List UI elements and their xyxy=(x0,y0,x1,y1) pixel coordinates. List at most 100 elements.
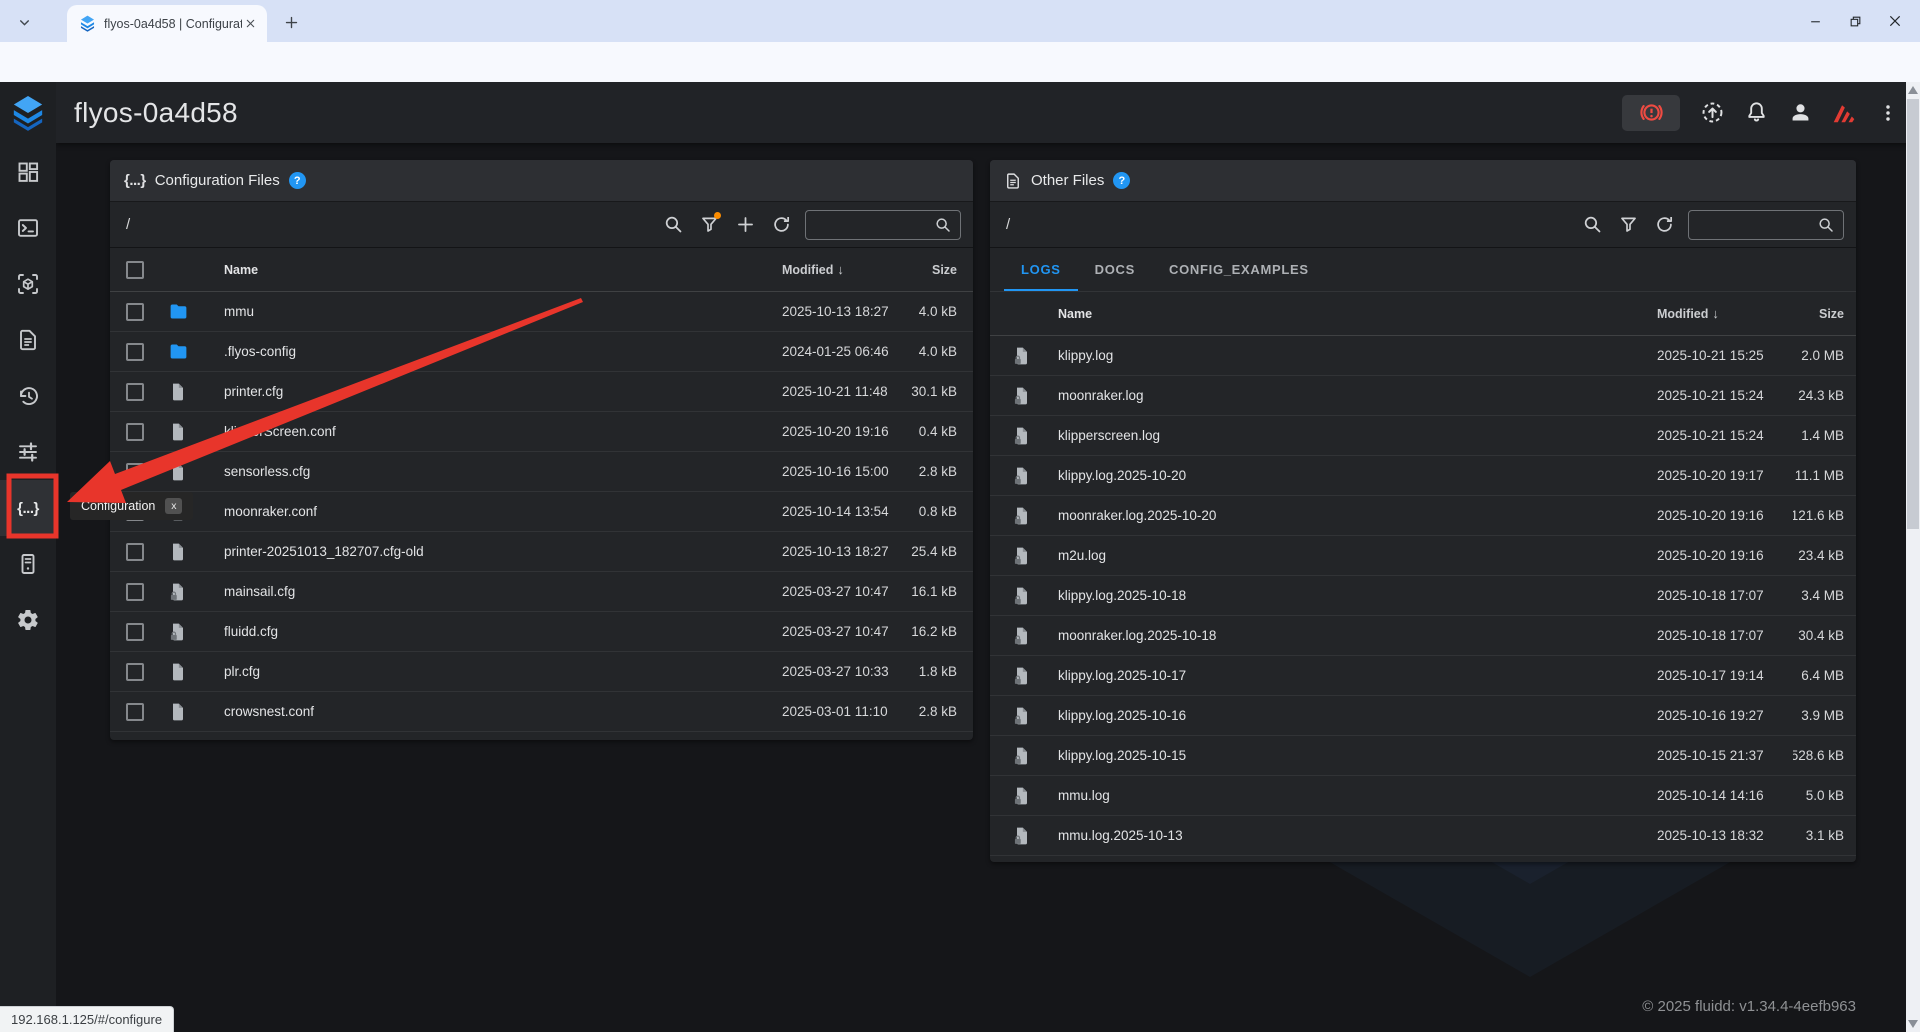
file-row[interactable]: printer.cfg2025-10-21 11:4830.1 kB xyxy=(110,372,973,412)
other-files-header: Other Files ? xyxy=(990,160,1856,202)
row-checkbox[interactable] xyxy=(126,663,144,681)
configuration-tooltip: Configuration x xyxy=(70,492,193,520)
file-row[interactable]: klippy.log.2025-10-172025-10-17 19:146.4… xyxy=(990,656,1856,696)
sidebar-item-settings[interactable] xyxy=(0,592,56,648)
file-modified: 2025-10-20 19:16 xyxy=(1657,548,1793,563)
sidebar-item-console[interactable] xyxy=(0,200,56,256)
file-lock-icon xyxy=(990,626,1046,646)
tab-docs[interactable]: DOCS xyxy=(1078,248,1152,291)
column-modified[interactable]: Modified↓ xyxy=(782,262,896,277)
file-row[interactable]: klippy.log2025-10-21 15:252.0 MB xyxy=(990,336,1856,376)
scroll-down-arrow-icon[interactable] xyxy=(1906,1016,1920,1032)
search-input[interactable] xyxy=(1697,217,1817,232)
search-icon xyxy=(934,216,952,234)
fluidd-logo-icon[interactable] xyxy=(0,82,56,144)
emergency-stop-button[interactable] xyxy=(1622,95,1680,131)
new-tab-button[interactable] xyxy=(278,9,304,35)
file-search-input[interactable] xyxy=(1688,210,1844,240)
search-toggle-icon[interactable] xyxy=(655,207,691,243)
account-icon[interactable] xyxy=(1780,93,1820,133)
help-icon[interactable]: ? xyxy=(1113,172,1130,189)
filter-icon[interactable] xyxy=(691,207,727,243)
file-row[interactable]: .flyos-config2024-01-25 06:464.0 kB xyxy=(110,332,973,372)
browser-scrollbar[interactable] xyxy=(1906,82,1920,1032)
close-window-button[interactable] xyxy=(1888,14,1902,28)
search-toggle-icon[interactable] xyxy=(1574,207,1610,243)
refresh-files-icon[interactable] xyxy=(763,207,799,243)
notifications-bell-icon[interactable] xyxy=(1736,93,1776,133)
file-modified: 2025-10-15 21:37 xyxy=(1657,748,1793,763)
add-file-icon[interactable] xyxy=(727,207,763,243)
sidebar-item-tune[interactable] xyxy=(0,424,56,480)
column-size[interactable]: Size xyxy=(896,263,973,277)
browser-tab[interactable]: flyos-0a4d58 | Configuration xyxy=(67,5,267,42)
row-checkbox[interactable] xyxy=(126,343,144,361)
file-row[interactable]: mmu.log.2025-10-132025-10-13 18:323.1 kB xyxy=(990,816,1856,856)
file-row[interactable]: klippy.log.2025-10-152025-10-15 21:37528… xyxy=(990,736,1856,776)
klipper-logo-icon[interactable] xyxy=(1824,93,1864,133)
row-checkbox[interactable] xyxy=(126,583,144,601)
file-row[interactable]: klipperScreen.conf2025-10-20 19:160.4 kB xyxy=(110,412,973,452)
sidebar-item-configuration[interactable]: {...} xyxy=(0,480,56,536)
file-row[interactable]: crowsnest.conf2025-03-01 11:102.8 kB xyxy=(110,692,973,732)
tab-close-icon[interactable] xyxy=(242,15,259,32)
file-row[interactable]: moonraker.log.2025-10-202025-10-20 19:16… xyxy=(990,496,1856,536)
minimize-button[interactable] xyxy=(1808,14,1822,28)
file-name: klippy.log.2025-10-15 xyxy=(1046,748,1657,763)
help-icon[interactable]: ? xyxy=(289,172,306,189)
row-checkbox[interactable] xyxy=(126,383,144,401)
scroll-up-arrow-icon[interactable] xyxy=(1906,82,1920,98)
file-size: 16.1 kB xyxy=(896,584,973,599)
filter-icon[interactable] xyxy=(1610,207,1646,243)
tab-search-chevron-icon[interactable] xyxy=(12,10,36,34)
sidebar-item-dashboard[interactable] xyxy=(0,144,56,200)
search-input[interactable] xyxy=(814,217,934,232)
file-row[interactable]: klippy.log.2025-10-162025-10-16 19:273.9… xyxy=(990,696,1856,736)
row-checkbox[interactable] xyxy=(126,703,144,721)
tab-config-examples[interactable]: CONFIG_EXAMPLES xyxy=(1152,248,1326,291)
file-size: 3.9 MB xyxy=(1793,708,1856,723)
sidebar-item-history[interactable] xyxy=(0,368,56,424)
sidebar-item-jobs[interactable] xyxy=(0,312,56,368)
file-search-input[interactable] xyxy=(805,210,961,240)
column-size[interactable]: Size xyxy=(1793,307,1856,321)
file-modified: 2025-10-13 18:32 xyxy=(1657,828,1793,843)
file-row[interactable]: klippy.log.2025-10-182025-10-18 17:073.4… xyxy=(990,576,1856,616)
breadcrumb-path[interactable]: / xyxy=(126,216,655,233)
row-checkbox[interactable] xyxy=(126,543,144,561)
file-row[interactable]: moonraker.log2025-10-21 15:2424.3 kB xyxy=(990,376,1856,416)
file-row[interactable]: m2u.log2025-10-20 19:1623.4 kB xyxy=(990,536,1856,576)
file-row[interactable]: klippy.log.2025-10-202025-10-20 19:1711.… xyxy=(990,456,1856,496)
scrollbar-thumb[interactable] xyxy=(1907,99,1919,529)
select-all-checkbox[interactable] xyxy=(126,261,144,279)
row-checkbox[interactable] xyxy=(126,623,144,641)
row-checkbox[interactable] xyxy=(126,463,144,481)
column-name[interactable]: Name xyxy=(196,263,782,277)
file-row[interactable]: printer-20251013_182707.cfg-old2025-10-1… xyxy=(110,532,973,572)
row-checkbox[interactable] xyxy=(126,303,144,321)
file-row[interactable]: mainsail.cfg2025-03-27 10:4716.1 kB xyxy=(110,572,973,612)
file-row[interactable]: fluidd.cfg2025-03-27 10:4716.2 kB xyxy=(110,612,973,652)
column-name[interactable]: Name xyxy=(1046,307,1657,321)
other-files-list: klippy.log2025-10-21 15:252.0 MBmoonrake… xyxy=(990,336,1856,856)
file-lock-icon xyxy=(990,426,1046,446)
row-checkbox[interactable] xyxy=(126,423,144,441)
file-row[interactable]: klipperscreen.log2025-10-21 15:241.4 MB xyxy=(990,416,1856,456)
column-modified[interactable]: Modified↓ xyxy=(1657,306,1793,321)
file-row[interactable]: moonraker.log.2025-10-182025-10-18 17:07… xyxy=(990,616,1856,656)
tab-title: flyos-0a4d58 | Configuration xyxy=(104,17,242,31)
file-row[interactable]: plr.cfg2025-03-27 10:331.8 kB xyxy=(110,652,973,692)
file-row[interactable]: sensorless.cfg2025-10-16 15:002.8 kB xyxy=(110,452,973,492)
file-modified: 2025-10-16 15:00 xyxy=(782,464,896,479)
upload-status-icon[interactable] xyxy=(1692,93,1732,133)
sidebar-item-system[interactable] xyxy=(0,536,56,592)
tab-logs[interactable]: LOGS xyxy=(1004,248,1078,291)
file-row[interactable]: moonraker.conf2025-10-14 13:540.8 kB xyxy=(110,492,973,532)
restore-button[interactable] xyxy=(1848,14,1862,28)
refresh-files-icon[interactable] xyxy=(1646,207,1682,243)
file-row[interactable]: mmu.log2025-10-14 14:165.0 kB xyxy=(990,776,1856,816)
file-row[interactable]: mmu2025-10-13 18:274.0 kB xyxy=(110,292,973,332)
app-menu-kebab-icon[interactable] xyxy=(1868,93,1908,133)
breadcrumb-path[interactable]: / xyxy=(1006,216,1574,233)
sidebar-item-gcode-preview[interactable] xyxy=(0,256,56,312)
